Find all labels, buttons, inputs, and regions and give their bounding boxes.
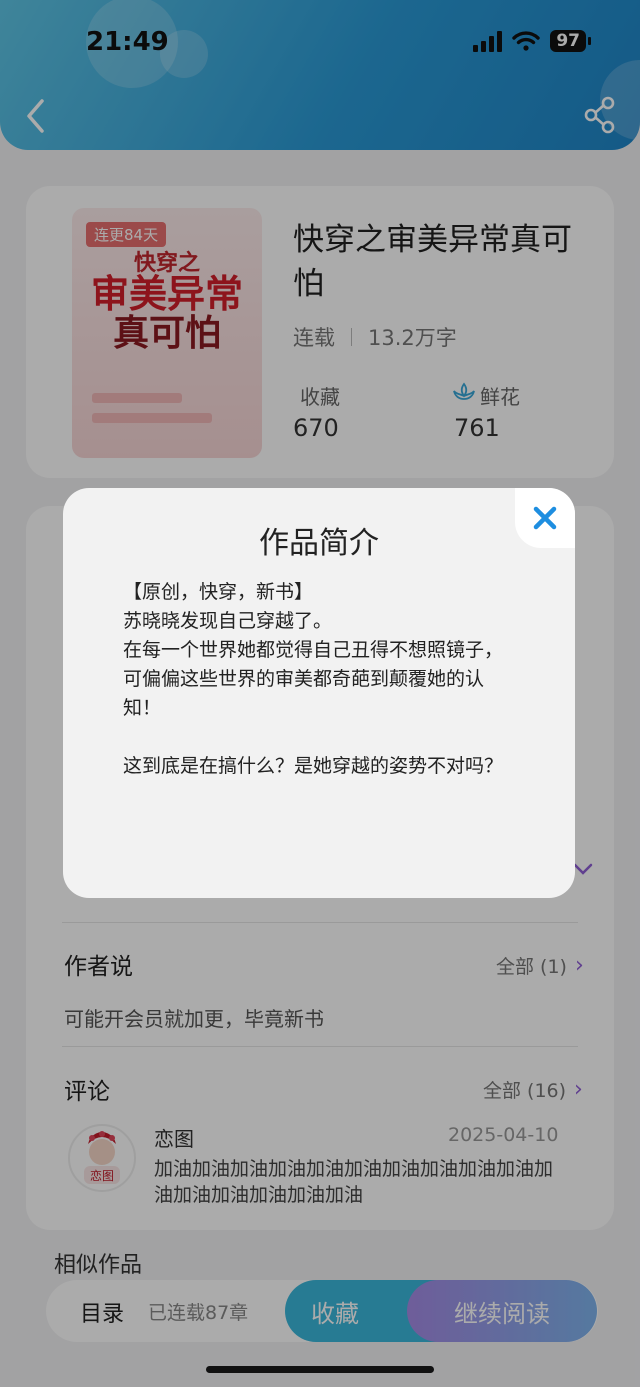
synopsis-modal: 作品简介 【原创，快穿，新书】 苏晓晓发现自己穿越了。 在每一个世界她都觉得自己… — [63, 488, 575, 898]
modal-title: 作品简介 — [259, 526, 379, 561]
synopsis-line: 苏晓晓发现自己穿越了。 — [123, 610, 333, 632]
synopsis-line: 【原创，快穿，新书】 — [123, 581, 314, 603]
close-button[interactable] — [515, 488, 575, 548]
synopsis-line: 在每一个世界她都觉得自己丑得不想照镜子，可偏偏这些世界的审美都奇葩到颠覆她的认知… — [123, 639, 504, 719]
synopsis-line: 这到底是在搞什么？是她穿越的姿势不对吗？ — [123, 755, 504, 777]
home-indicator[interactable] — [206, 1366, 434, 1373]
close-icon — [533, 506, 557, 530]
synopsis-text: 【原创，快穿，新书】 苏晓晓发现自己穿越了。 在每一个世界她都觉得自己丑得不想照… — [123, 578, 513, 781]
